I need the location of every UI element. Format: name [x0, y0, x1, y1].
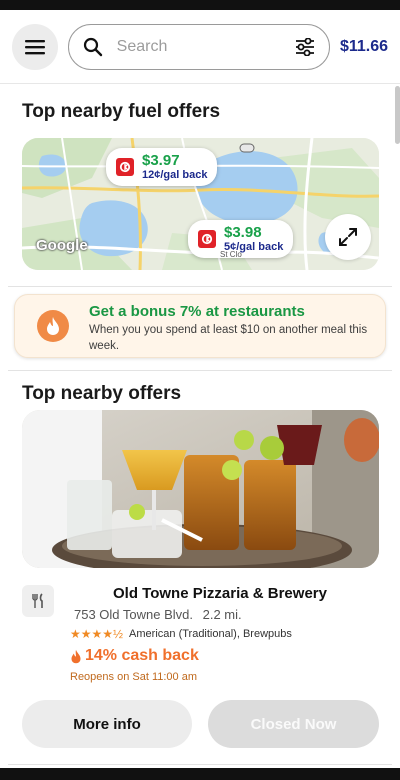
balance-amount[interactable]: $11.66	[340, 38, 388, 56]
offer-cashback: 14% cash back	[70, 647, 199, 665]
offer-photo[interactable]	[22, 410, 379, 568]
restaurant-category-icon	[22, 585, 54, 617]
bonus-title: Get a bonus 7% at restaurants	[89, 303, 305, 320]
hours-note: Reopens on Sat 11:00 am	[70, 671, 197, 683]
offers-section-title: Top nearby offers	[22, 383, 182, 404]
section-divider	[8, 286, 392, 287]
map-place-label: St Clo	[220, 250, 242, 259]
menu-button[interactable]	[12, 23, 58, 70]
search-icon	[83, 37, 102, 56]
cashback-label: 14% cash back	[85, 647, 199, 664]
rating-stars: ★★★★½	[70, 627, 124, 641]
offer-name[interactable]: Old Towne Pizzaria & Brewery	[60, 585, 380, 602]
bottom-bar	[0, 768, 400, 780]
status-bar	[0, 0, 400, 10]
fuel-cashback: 12¢/gal back	[142, 169, 208, 181]
more-info-button[interactable]: More info	[22, 700, 192, 748]
google-logo: Google	[36, 237, 88, 254]
offer-cuisine: American (Traditional), Brewpubs	[129, 628, 292, 640]
offer-address-line: 753 Old Towne Blvd. 2.2 mi.	[74, 607, 242, 622]
offer-address: 753 Old Towne Blvd.	[74, 607, 193, 622]
section-divider	[8, 370, 392, 371]
top-bar: Search $11.66	[0, 10, 400, 84]
closed-now-button[interactable]: Closed Now	[208, 700, 379, 748]
offer-distance: 2.2 mi.	[202, 607, 242, 622]
scroll-indicator	[395, 86, 400, 144]
fuel-price-chip[interactable]: $3.97 12¢/gal back	[106, 148, 218, 186]
expand-map-button[interactable]	[325, 214, 371, 260]
section-divider	[8, 764, 392, 765]
fuel-section-title: Top nearby fuel offers	[22, 101, 221, 122]
drinks-image	[22, 410, 379, 568]
filter-sliders-icon[interactable]	[295, 37, 315, 56]
bonus-description: When you you spend at least $10 on anoth…	[89, 324, 368, 352]
expand-icon	[339, 228, 357, 246]
fuel-price: $3.98	[224, 224, 262, 241]
hamburger-icon	[24, 39, 45, 54]
offer-meta: ★★★★½ American (Traditional), Brewpubs	[70, 627, 292, 641]
flame-icon	[37, 310, 69, 342]
fuel-price: $3.97	[142, 152, 180, 169]
search-placeholder: Search	[116, 37, 168, 55]
fuel-map[interactable]: $3.97 12¢/gal back $3.98 5¢/gal back Goo…	[22, 138, 379, 270]
circle-k-logo-icon	[198, 230, 216, 248]
search-input[interactable]: Search	[67, 23, 330, 70]
fork-knife-icon	[32, 593, 43, 608]
restaurant-bonus-card[interactable]: Get a bonus 7% at restaurants When you y…	[14, 294, 386, 358]
flame-icon	[71, 649, 81, 663]
circle-k-logo-icon	[116, 158, 134, 176]
